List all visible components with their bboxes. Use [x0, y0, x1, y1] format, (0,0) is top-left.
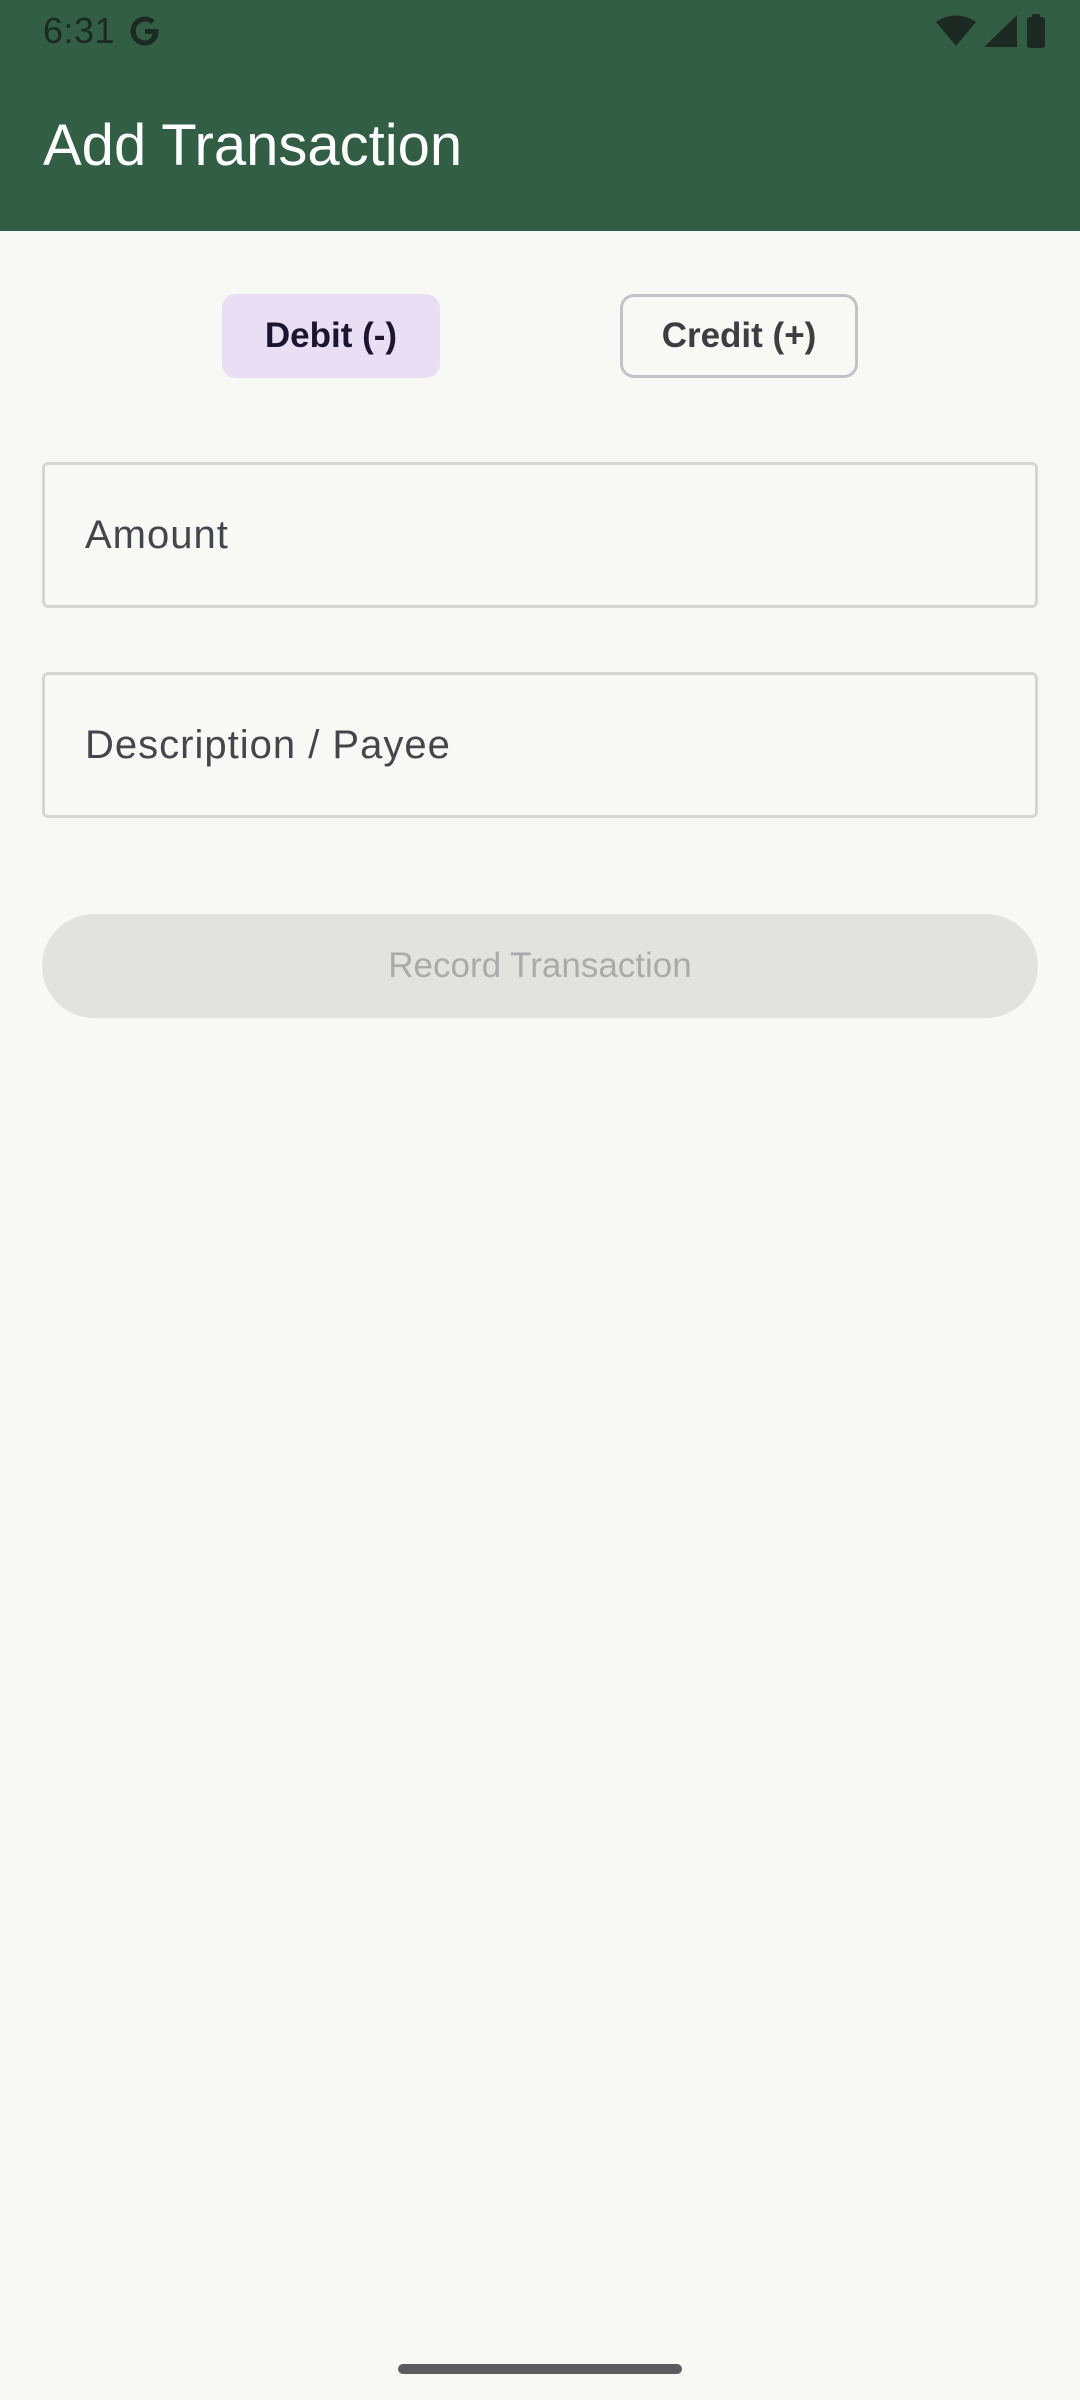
description-label: Description / Payee [85, 723, 451, 767]
description-field[interactable]: Description / Payee [42, 672, 1038, 818]
page-title: Add Transaction [43, 113, 463, 178]
gesture-nav-handle[interactable] [398, 2364, 682, 2374]
amount-label: Amount [85, 513, 229, 557]
wifi-icon [936, 15, 976, 46]
record-transaction-button[interactable]: Record Transaction [42, 914, 1038, 1018]
debit-button[interactable]: Debit (-) [222, 294, 440, 378]
google-g-icon [130, 16, 159, 46]
cell-signal-icon [984, 15, 1017, 47]
add-transaction-screen: 6:31 Add Transaction Debit (-) Credit (+… [0, 0, 1080, 2400]
status-bar: 6:31 [0, 0, 1080, 62]
transaction-type-toggle: Debit (-) Credit (+) [0, 294, 1080, 378]
status-time: 6:31 [43, 10, 116, 51]
app-header: 6:31 Add Transaction [0, 0, 1080, 231]
status-icons [936, 14, 1046, 48]
credit-button[interactable]: Credit (+) [620, 294, 858, 378]
battery-icon [1027, 14, 1045, 48]
amount-field[interactable]: Amount [42, 462, 1038, 608]
